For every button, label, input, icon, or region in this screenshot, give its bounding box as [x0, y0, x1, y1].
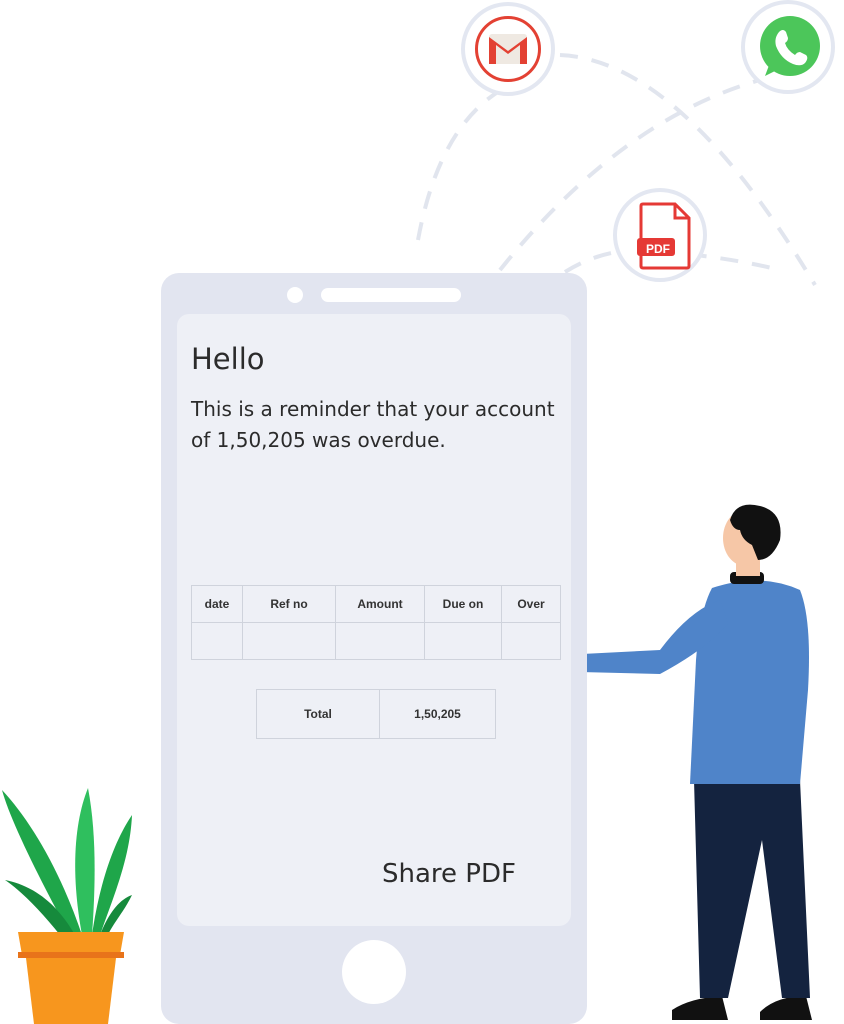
pdf-share-target[interactable]: PDF [613, 188, 707, 282]
phone-home-button[interactable] [342, 940, 406, 1004]
total-table: Total 1,50,205 [256, 689, 496, 739]
plant-illustration [2, 788, 132, 1024]
total-value: 1,50,205 [379, 689, 496, 739]
table-cell [191, 622, 243, 660]
pdf-badge-label: PDF [646, 242, 670, 256]
table-cell [424, 622, 502, 660]
column-header-ref-no: Ref no [242, 585, 336, 623]
greeting-heading: Hello [191, 342, 265, 376]
phone-screen: Hello This is a reminder that your accou… [177, 314, 571, 926]
phone-camera [287, 287, 303, 303]
invoice-table: date Ref no Amount Due on Over [191, 585, 561, 660]
whatsapp-icon [760, 16, 820, 76]
dashed-arc-left [416, 83, 511, 241]
gmail-icon [489, 34, 527, 64]
column-header-due-on: Due on [424, 585, 502, 623]
gmail-share-target[interactable] [461, 2, 555, 96]
whatsapp-share-target[interactable] [741, 0, 835, 94]
share-pdf-button[interactable]: Share PDF [382, 859, 516, 889]
table-header-row: date Ref no Amount Due on Over [191, 585, 561, 623]
pdf-icon [637, 202, 691, 270]
table-cell [335, 622, 425, 660]
table-row [191, 622, 561, 660]
reminder-message: This is a reminder that your account of … [191, 397, 555, 452]
column-header-amount: Amount [335, 585, 425, 623]
table-cell [242, 622, 336, 660]
phone-mockup: Hello This is a reminder that your accou… [161, 273, 587, 1024]
column-header-date: date [191, 585, 243, 623]
total-label: Total [256, 689, 380, 739]
column-header-over: Over [501, 585, 561, 623]
phone-speaker [321, 288, 461, 302]
table-cell [501, 622, 561, 660]
